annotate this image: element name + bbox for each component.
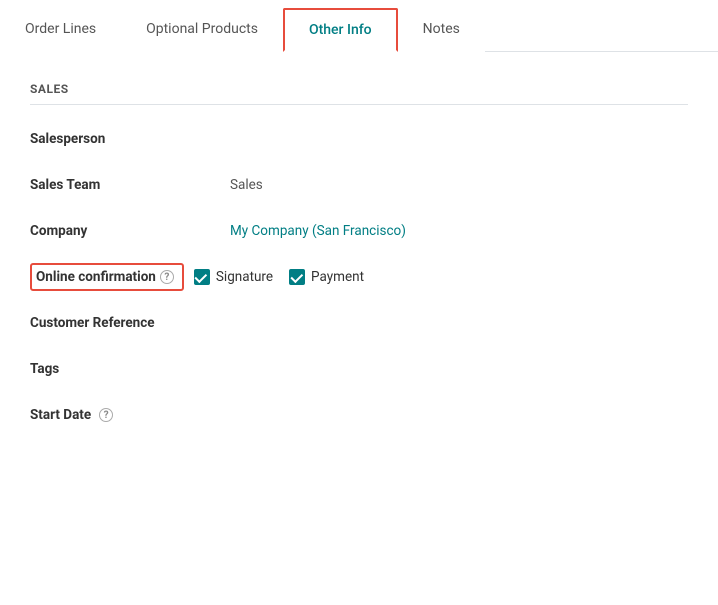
checkbox-payment-box[interactable] bbox=[289, 269, 305, 285]
value-company[interactable]: My Company (San Francisco) bbox=[230, 223, 406, 239]
label-customer-reference: Customer Reference bbox=[30, 315, 230, 331]
section-title-sales: SALES bbox=[30, 82, 688, 105]
checkbox-group-online-confirmation: Signature Payment bbox=[194, 269, 364, 285]
field-row-start-date: Start Date ? bbox=[30, 401, 688, 429]
checkbox-signature[interactable]: Signature bbox=[194, 269, 273, 285]
online-confirmation-label-box: Online confirmation ? bbox=[30, 263, 184, 291]
label-online-confirmation: Online confirmation bbox=[36, 269, 156, 285]
field-row-online-confirmation: Online confirmation ? Signature Payment bbox=[30, 263, 688, 291]
tab-bar: Order Lines Optional Products Other Info… bbox=[0, 0, 718, 52]
field-row-company: Company My Company (San Francisco) bbox=[30, 217, 688, 245]
value-sales-team: Sales bbox=[230, 177, 263, 193]
label-start-date: Start Date ? bbox=[30, 407, 230, 423]
field-row-salesperson: Salesperson bbox=[30, 125, 688, 153]
checkbox-payment[interactable]: Payment bbox=[289, 269, 364, 285]
label-sales-team: Sales Team bbox=[30, 177, 230, 193]
tab-notes[interactable]: Notes bbox=[398, 8, 485, 52]
label-tags: Tags bbox=[30, 361, 230, 377]
checkbox-payment-label: Payment bbox=[311, 269, 364, 285]
label-company: Company bbox=[30, 223, 230, 239]
label-salesperson: Salesperson bbox=[30, 131, 230, 147]
checkbox-signature-label: Signature bbox=[216, 269, 273, 285]
tab-optional-products[interactable]: Optional Products bbox=[121, 8, 283, 52]
tab-other-info[interactable]: Other Info bbox=[283, 8, 398, 52]
tab-order-lines[interactable]: Order Lines bbox=[0, 8, 121, 52]
help-icon-start-date[interactable]: ? bbox=[99, 408, 113, 422]
field-row-tags: Tags bbox=[30, 355, 688, 383]
field-row-customer-reference: Customer Reference bbox=[30, 309, 688, 337]
label-start-date-text: Start Date bbox=[30, 407, 91, 423]
field-row-sales-team: Sales Team Sales bbox=[30, 171, 688, 199]
help-icon-online-confirmation[interactable]: ? bbox=[160, 270, 174, 284]
content-area: SALES Salesperson Sales Team Sales Compa… bbox=[0, 52, 718, 467]
checkbox-signature-box[interactable] bbox=[194, 269, 210, 285]
